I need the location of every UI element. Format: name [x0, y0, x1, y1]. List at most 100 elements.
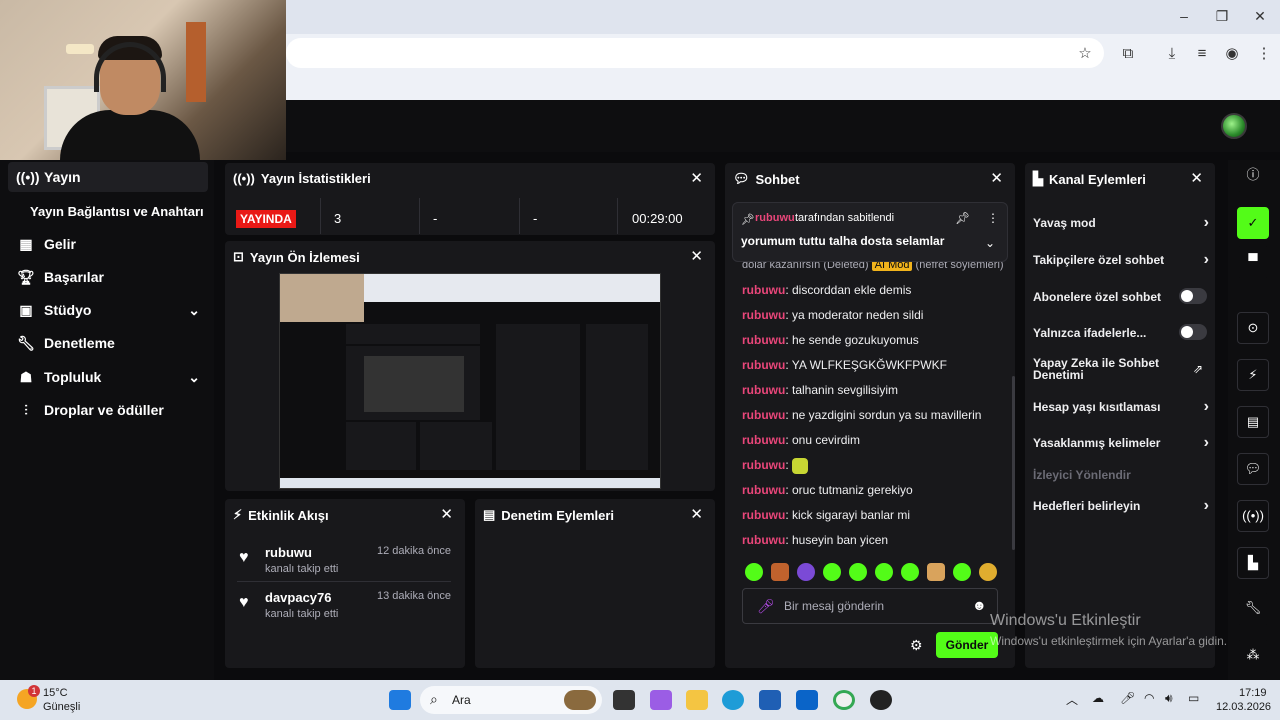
app-icon[interactable] — [870, 690, 892, 710]
emote-icon[interactable] — [745, 563, 763, 581]
chat-message: rubuwu: YA WLFKEŞGKĞWKFPWKF — [742, 358, 947, 372]
close-icon[interactable]: ✕ — [990, 171, 1003, 187]
sidebar-item-studyo[interactable]: ▣ Stüdyo ⌄ — [8, 295, 208, 325]
info-icon[interactable]: ⓘ — [1237, 160, 1269, 192]
settings-icon[interactable]: ⚙ — [910, 637, 923, 654]
preview-panel — [346, 324, 480, 344]
chrome-icon[interactable] — [833, 690, 855, 710]
file-explorer-icon[interactable] — [686, 690, 708, 710]
close-window-icon[interactable]: ✕ — [1250, 6, 1270, 26]
search-input[interactable]: ⌕ Ara — [420, 686, 602, 714]
emote-icon[interactable] — [849, 563, 867, 581]
stat-value: - — [533, 211, 538, 226]
sidebar-item-label: Denetleme — [44, 335, 115, 351]
chat-scrollbar[interactable] — [1012, 376, 1015, 550]
m365-icon[interactable] — [650, 690, 672, 710]
volume-icon[interactable]: 🔊︎ — [1165, 691, 1173, 706]
bookmark-star-icon[interactable]: ☆ — [1075, 44, 1095, 64]
set-goals-item[interactable]: Hedefleri belirleyin › — [1033, 497, 1209, 514]
wifi-icon[interactable]: ◠ — [1144, 691, 1154, 705]
cloud-icon[interactable]: ☁ — [1092, 691, 1104, 705]
chevron-down-icon[interactable]: ⌄ — [985, 236, 995, 250]
sidebar-item-droplar[interactable]: ⫶ Droplar ve ödüller — [8, 395, 208, 425]
check-icon[interactable]: ✓ — [1237, 207, 1269, 239]
account-age-item[interactable]: Hesap yaşı kısıtlaması › — [1033, 398, 1209, 415]
chat-message: rubuwu: he sende gozukuyomus — [742, 333, 919, 347]
microphone-icon[interactable]: 🎤︎ — [757, 598, 775, 615]
extensions-icon[interactable]: ⧉ — [1118, 44, 1138, 64]
microphone-icon[interactable]: 🎤︎ — [1120, 691, 1135, 705]
maximize-icon[interactable]: ❐ — [1212, 6, 1232, 26]
emotes-only-toggle[interactable] — [1179, 324, 1207, 340]
external-link-icon[interactable]: ⇗ — [1193, 362, 1203, 376]
banned-words-item[interactable]: Yasaklanmış kelimeler › — [1033, 434, 1209, 451]
emote-icon[interactable] — [953, 563, 971, 581]
weather-temp[interactable]: 15°C — [43, 687, 68, 699]
broadcast-icon[interactable]: ((•)) — [1237, 500, 1269, 532]
clock-date: 12.03.2026 — [1216, 701, 1272, 713]
download-icon[interactable]: ⤓ — [1162, 44, 1182, 64]
clock-time[interactable]: 17:19 — [1239, 687, 1267, 699]
close-icon[interactable]: ✕ — [690, 249, 703, 265]
sidebar-item-basarilar[interactable]: 🏆︎ Başarılar — [8, 262, 208, 292]
followers-only-item[interactable]: Takipçilere özel sohbet › — [1033, 251, 1209, 268]
menu-icon[interactable]: ⋮ — [1254, 44, 1274, 64]
ai-moderation-item[interactable]: Yapay Zeka ile Sohbet Denetimi — [1033, 357, 1183, 381]
slow-mode-item[interactable]: Yavaş mod › — [1033, 214, 1209, 231]
sidebar-item-denetleme[interactable]: 🔧︎ Denetleme — [8, 328, 208, 358]
battery-icon[interactable]: ▭ — [1188, 691, 1199, 705]
sidebar-item-label: Başarılar — [44, 269, 104, 285]
layout-icon[interactable]: ▀ — [1237, 246, 1269, 278]
chat-icon[interactable]: 💬︎ — [1237, 453, 1269, 485]
emoji-icon[interactable]: ☻ — [972, 597, 987, 613]
minimize-icon[interactable]: – — [1174, 6, 1194, 26]
store-icon[interactable] — [759, 690, 781, 710]
send-button[interactable]: Gönder — [936, 632, 998, 658]
more-icon[interactable]: ⋮ — [987, 211, 999, 225]
wrench-icon[interactable]: 🔧︎ — [1237, 593, 1269, 625]
chevron-down-icon: ⌄ — [188, 368, 200, 385]
panel-title: ⊡ Yayın Ön İzlemesi — [233, 249, 360, 265]
emote-icon[interactable] — [771, 563, 789, 581]
notification-badge: 1 — [28, 685, 40, 697]
media-icon[interactable]: ≡ — [1192, 44, 1212, 64]
sidebar-item-label: Gelir — [44, 236, 76, 252]
close-icon[interactable]: ✕ — [690, 507, 703, 523]
sidebar-item-stream-key[interactable]: Yayın Bağlantısı ve Anahtarı — [8, 196, 208, 226]
chevron-right-icon: › — [1203, 214, 1209, 231]
emote-icon[interactable] — [927, 563, 945, 581]
emote-icon[interactable] — [979, 563, 997, 581]
task-view-icon[interactable] — [613, 690, 635, 710]
pin-icon: 📌︎ — [741, 214, 755, 226]
chat-input[interactable]: 🎤︎ Bir mesaj gönderin ☻ — [742, 588, 998, 624]
divider — [617, 198, 618, 234]
document-icon[interactable]: ▤ — [1237, 406, 1269, 438]
chevron-up-icon[interactable]: ︿ — [1066, 691, 1078, 708]
close-icon[interactable]: ✕ — [440, 507, 453, 523]
screenshot-icon[interactable]: ⊙ — [1237, 312, 1269, 344]
start-icon[interactable] — [389, 690, 411, 710]
profile-icon[interactable]: ◉ — [1222, 44, 1242, 64]
chat-message: rubuwu: onu cevirdim — [742, 433, 861, 447]
outlook-icon[interactable] — [796, 690, 818, 710]
sidebar-item-gelir[interactable]: ▦ Gelir — [8, 229, 208, 259]
bolt-icon[interactable]: ⚡︎ — [1237, 359, 1269, 391]
subscribers-only-toggle[interactable] — [1179, 288, 1207, 304]
address-bar[interactable] — [286, 38, 1104, 68]
channel-actions-icon[interactable]: ▙ — [1237, 547, 1269, 579]
emote-icon[interactable] — [823, 563, 841, 581]
close-icon[interactable]: ✕ — [690, 171, 703, 187]
avatar[interactable] — [1221, 113, 1247, 139]
emote-icon[interactable] — [875, 563, 893, 581]
stream-preview-video[interactable] — [279, 273, 661, 489]
close-icon[interactable]: ✕ — [1190, 171, 1203, 187]
palette-icon[interactable]: ⁂ — [1237, 640, 1269, 672]
unpin-icon[interactable]: 📌︎ — [955, 211, 970, 225]
emote-icon[interactable] — [901, 563, 919, 581]
sidebar-item-yayin[interactable]: ((•)) Yayın — [8, 162, 208, 192]
subscribers-only-item: Abonelere özel sohbet — [1033, 288, 1209, 304]
emote-icon[interactable] — [797, 563, 815, 581]
edge-icon[interactable] — [722, 690, 744, 710]
chat-message: rubuwu: talhanin sevgilisiyim — [742, 383, 899, 397]
sidebar-item-topluluk[interactable]: ☗ Topluluk ⌄ — [8, 362, 208, 392]
